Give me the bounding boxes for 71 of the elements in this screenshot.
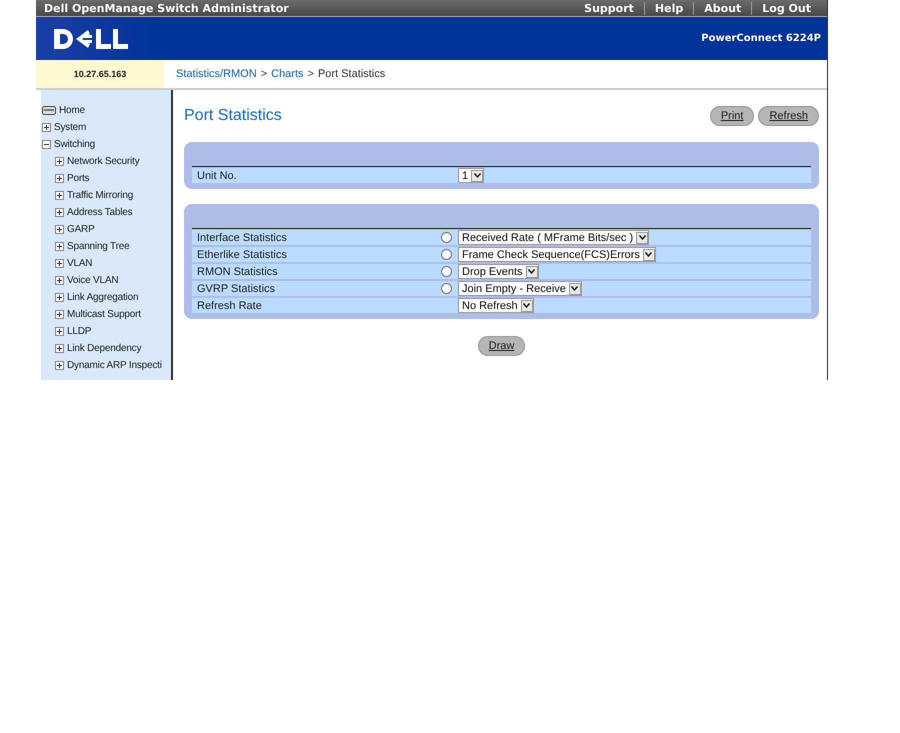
header-button[interactable]: Print: [710, 106, 754, 126]
caret-icon: [636, 232, 648, 244]
dropdown[interactable]: 1: [458, 168, 484, 183]
field-label: Interface Statistics: [196, 232, 288, 244]
logo-icon: [54, 26, 130, 50]
tree-item[interactable]: Spanning Tree: [67, 241, 130, 252]
expand-icon[interactable]: [55, 174, 64, 183]
tree-item[interactable]: System: [54, 122, 86, 133]
ip-address: 10.27.65.163: [36, 60, 164, 88]
expand-icon[interactable]: [55, 293, 64, 302]
expand-icon[interactable]: [55, 327, 64, 336]
expand-icon[interactable]: [55, 361, 64, 370]
breadcrumb-text: Port Statistics: [318, 68, 386, 80]
breadcrumb-link[interactable]: Statistics/RMON: [176, 68, 257, 80]
app-title: Dell OpenManage Switch Administrator: [44, 2, 289, 14]
tree-item[interactable]: Multicast Support: [67, 309, 141, 320]
tree-item[interactable]: Link Dependency: [67, 343, 142, 354]
page-title: Port Statistics: [184, 107, 282, 125]
expand-icon[interactable]: [55, 344, 64, 353]
expand-icon[interactable]: [55, 157, 64, 166]
tree-item[interactable]: Home: [59, 105, 85, 116]
dropdown[interactable]: Join Empty - Receive: [458, 281, 582, 296]
tree-item[interactable]: Dynamic ARP Inspecti: [67, 360, 162, 371]
expand-icon[interactable]: [55, 208, 64, 217]
top-link[interactable]: Support: [574, 2, 644, 14]
dropdown[interactable]: No Refresh: [458, 298, 534, 313]
computer-icon: [42, 106, 56, 115]
radio-button[interactable]: [440, 266, 452, 277]
breadcrumb-text: >: [260, 68, 268, 80]
top-link[interactable]: Help: [644, 2, 694, 14]
tree-item[interactable]: Voice VLAN: [67, 275, 118, 286]
tree-item[interactable]: Network Security: [67, 156, 140, 167]
top-link[interactable]: Log Out: [751, 2, 821, 14]
tree-item[interactable]: Switching: [54, 139, 95, 150]
tree-item[interactable]: LLDP: [67, 326, 92, 337]
breadcrumb-text: >: [308, 68, 314, 80]
field-label: Etherlike Statistics: [196, 248, 288, 260]
radio-button[interactable]: [440, 283, 452, 294]
top-link[interactable]: About: [693, 2, 752, 14]
field-label: Unit No.: [196, 170, 238, 182]
caret-icon: [520, 300, 533, 312]
radio-button[interactable]: [440, 249, 452, 260]
caret-icon: [642, 248, 655, 260]
field-label: RMON Statistics: [196, 266, 279, 278]
caret-icon: [568, 282, 581, 294]
expand-icon[interactable]: [55, 242, 64, 251]
tree-item[interactable]: Traffic Mirroring: [67, 190, 134, 201]
model-name: PowerConnect 6224P: [701, 33, 821, 44]
tree-item[interactable]: Link Aggregation: [67, 292, 138, 303]
dropdown[interactable]: Drop Events: [458, 264, 539, 279]
collapse-icon[interactable]: [42, 140, 51, 149]
field-label: GVRP Statistics: [196, 282, 276, 294]
tree-item[interactable]: GARP: [67, 224, 95, 235]
expand-icon[interactable]: [55, 191, 64, 200]
draw-button[interactable]: Draw: [478, 336, 526, 356]
dropdown[interactable]: Frame Check Sequence(FCS)Errors: [458, 247, 656, 262]
breadcrumb-link[interactable]: Charts: [271, 68, 304, 80]
tree-item[interactable]: VLAN: [67, 258, 92, 269]
tree-item[interactable]: Ports: [67, 173, 90, 184]
radio-button[interactable]: [440, 232, 452, 243]
expand-icon[interactable]: [55, 225, 64, 234]
expand-icon[interactable]: [42, 123, 51, 132]
expand-icon[interactable]: [55, 310, 64, 319]
dropdown[interactable]: Received Rate ( MFrame Bits/sec ): [458, 230, 650, 245]
expand-icon[interactable]: [55, 259, 64, 268]
expand-icon[interactable]: [55, 276, 64, 285]
tree-item[interactable]: Address Tables: [67, 207, 132, 218]
caret-icon: [526, 266, 538, 278]
header-button[interactable]: Refresh: [758, 106, 819, 126]
field-label: Refresh Rate: [196, 300, 263, 312]
caret-icon: [471, 170, 484, 182]
